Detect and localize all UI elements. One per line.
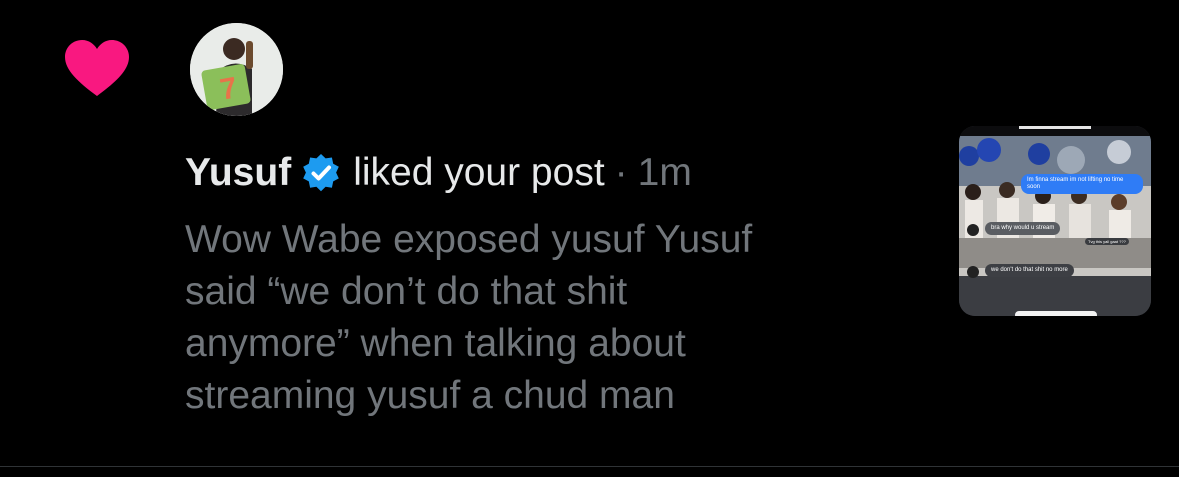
thumbnail-bottom-bar <box>1015 311 1097 316</box>
thumbnail-chat-bubble: Tvg this yall gaat ??? <box>1085 238 1129 245</box>
thumbnail-chat-bubble: Im finna stream im not lifting no time s… <box>1021 174 1143 194</box>
timestamp: 1m <box>637 151 692 194</box>
post-line: streaming yusuf a chud man <box>185 374 675 417</box>
like-notification[interactable]: 7 Yusuf liked your post · 1m Wow Wabe ex… <box>0 0 1179 466</box>
verified-badge-icon <box>303 154 339 192</box>
divider <box>0 466 1179 467</box>
avatar[interactable]: 7 <box>190 23 283 116</box>
thumbnail-chat-bubble: bra why would u stream <box>985 222 1061 235</box>
separator: · <box>614 151 628 194</box>
post-line: Wow Wabe exposed yusuf Yusuf <box>185 218 753 261</box>
post-preview-text[interactable]: Wow Wabe exposed yusuf Yusuf said “we do… <box>185 214 905 422</box>
notification-header: Yusuf liked your post · 1m <box>185 146 692 200</box>
heart-icon <box>65 40 129 96</box>
post-media-thumbnail[interactable]: Im finna stream im not lifting no time s… <box>959 126 1151 316</box>
post-line: anymore” when talking about <box>185 322 686 365</box>
user-name[interactable]: Yusuf <box>185 146 291 200</box>
action-text: liked your post <box>353 151 605 194</box>
post-line: said “we don’t do that shit <box>185 270 628 313</box>
avatar-image: 7 <box>190 23 283 116</box>
thumbnail-chat-bubble: we don't do that shit no more <box>985 264 1074 277</box>
thumbnail-image <box>959 126 1151 316</box>
